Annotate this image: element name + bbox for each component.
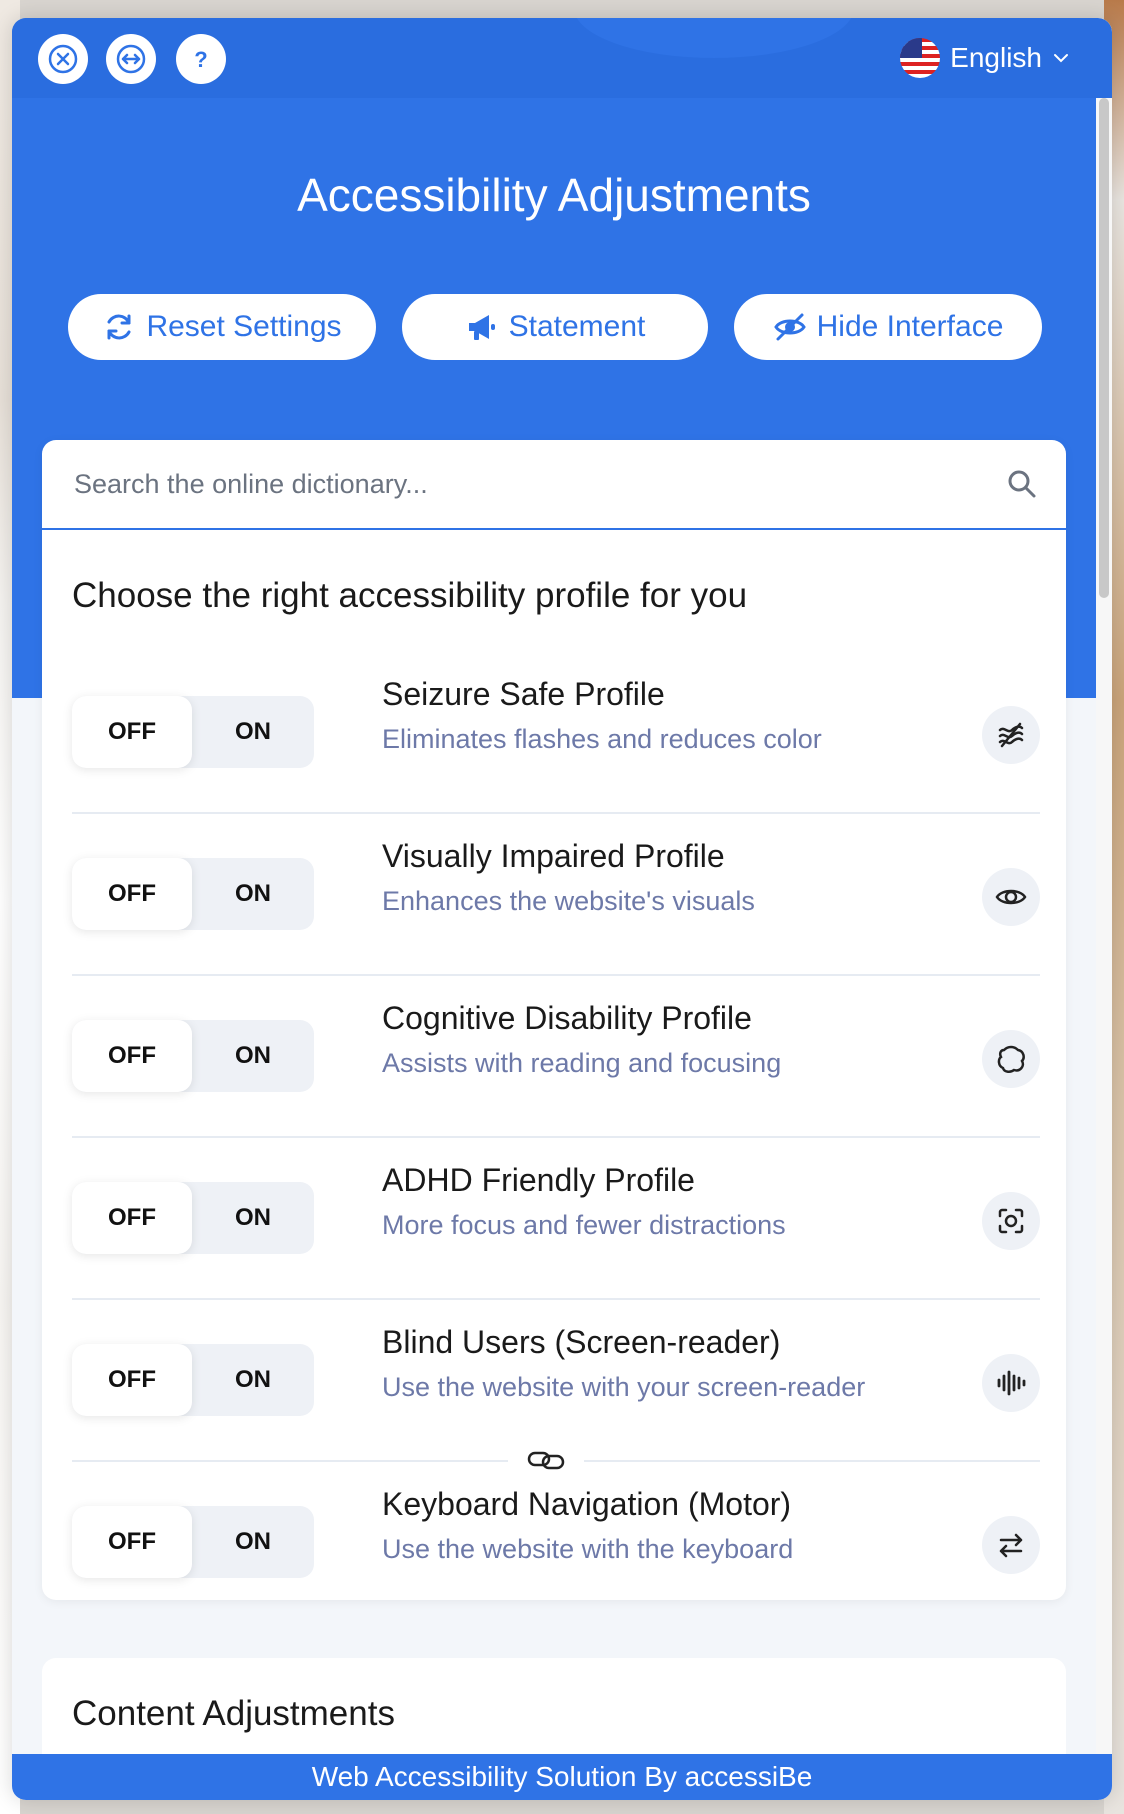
toggle-off[interactable]: OFF <box>72 1182 192 1254</box>
profile-toggle[interactable]: OFF ON <box>72 1182 314 1254</box>
panel-scrollbar[interactable] <box>1096 98 1112 1754</box>
profiles-section-title: Choose the right accessibility profile f… <box>72 576 748 615</box>
refresh-icon <box>107 314 131 340</box>
profile-description: Assists with reading and focusing <box>382 1048 782 1078</box>
panel-title: Accessibility Adjustments <box>297 169 811 221</box>
arrows-swap-icon <box>982 1516 1040 1574</box>
help-button[interactable]: ? <box>176 34 226 84</box>
profile-row-keyboard-navigation: OFF ON Keyboard Navigation (Motor) Use t… <box>72 1460 1040 1600</box>
profile-description: Use the website with the keyboard <box>382 1534 794 1564</box>
toggle-on[interactable]: ON <box>192 1344 314 1416</box>
profile-name: Seizure Safe Profile <box>382 676 665 712</box>
help-icon: ? <box>194 47 207 72</box>
toggle-off[interactable]: OFF <box>72 1344 192 1416</box>
profile-toggle[interactable]: OFF ON <box>72 858 314 930</box>
profile-name: Cognitive Disability Profile <box>382 1000 752 1036</box>
profile-description: Eliminates flashes and reduces color <box>382 724 822 754</box>
language-label: English <box>950 42 1042 73</box>
close-button[interactable] <box>38 34 88 84</box>
top-bump <box>574 18 854 58</box>
toggle-off[interactable]: OFF <box>72 1506 192 1578</box>
profile-name: Keyboard Navigation (Motor) <box>382 1486 792 1522</box>
profile-name: ADHD Friendly Profile <box>382 1162 695 1198</box>
eye-icon <box>982 868 1040 926</box>
toggle-on[interactable]: ON <box>192 1506 314 1578</box>
statement-button[interactable]: Statement <box>402 294 708 360</box>
profile-toggle[interactable]: OFF ON <box>72 1506 314 1578</box>
dictionary-search <box>42 440 1066 530</box>
profile-row-blind-users: OFF ON Blind Users (Screen-reader) Use t… <box>72 1298 1040 1460</box>
profile-row-visually-impaired: OFF ON Visually Impaired Profile Enhance… <box>72 812 1040 976</box>
brain-icon <box>982 1030 1040 1088</box>
focus-icon <box>982 1192 1040 1250</box>
panel-top-bar: ? English <box>12 18 1112 98</box>
profile-row-seizure-safe: OFF ON Seizure Safe Profile Eliminates f… <box>72 650 1040 814</box>
chevron-down-icon <box>1054 54 1068 63</box>
megaphone-icon <box>468 315 495 340</box>
profile-description: Enhances the website's visuals <box>382 886 755 916</box>
audio-wave-icon <box>982 1354 1040 1412</box>
toggle-off[interactable]: OFF <box>72 696 192 768</box>
profiles-card: Choose the right accessibility profile f… <box>42 440 1066 1600</box>
scrollbar-thumb[interactable] <box>1099 98 1109 598</box>
reset-settings-label: Reset Settings <box>146 310 342 343</box>
us-flag-icon <box>900 38 941 78</box>
footer-credit[interactable]: Web Accessibility Solution By accessiBe <box>12 1754 1112 1800</box>
hide-interface-button[interactable]: Hide Interface <box>734 294 1042 360</box>
profile-row-cognitive: OFF ON Cognitive Disability Profile Assi… <box>72 974 1040 1138</box>
move-panel-button[interactable] <box>106 34 156 84</box>
arrows-horizontal-icon <box>116 44 146 74</box>
profile-toggle[interactable]: OFF ON <box>72 696 314 768</box>
profile-toggle[interactable]: OFF ON <box>72 1020 314 1092</box>
accessibility-panel: ? English Accessibility Adjustments Rese… <box>12 18 1112 1800</box>
statement-label: Statement <box>508 310 646 343</box>
toggle-on[interactable]: ON <box>192 1020 314 1092</box>
reset-settings-button[interactable]: Reset Settings <box>68 294 376 360</box>
content-adjustments-title: Content Adjustments <box>72 1694 395 1733</box>
search-icon[interactable] <box>1006 468 1038 500</box>
profile-name: Visually Impaired Profile <box>382 838 725 874</box>
hide-interface-label: Hide Interface <box>816 310 1004 343</box>
language-selector[interactable]: English <box>900 36 1070 80</box>
profile-description: Use the website with your screen-reader <box>382 1372 866 1402</box>
profile-row-adhd: OFF ON ADHD Friendly Profile More focus … <box>72 1136 1040 1300</box>
toggle-off[interactable]: OFF <box>72 858 192 930</box>
toggle-on[interactable]: ON <box>192 696 314 768</box>
search-input[interactable] <box>72 467 956 501</box>
profile-name: Blind Users (Screen-reader) <box>382 1324 781 1360</box>
toggle-on[interactable]: ON <box>192 1182 314 1254</box>
close-icon <box>48 44 78 74</box>
svg-text:?: ? <box>194 47 207 72</box>
toggle-off[interactable]: OFF <box>72 1020 192 1092</box>
profile-toggle[interactable]: OFF ON <box>72 1344 314 1416</box>
eye-slash-icon <box>773 313 806 341</box>
profile-description: More focus and fewer distractions <box>382 1210 786 1240</box>
toggle-on[interactable]: ON <box>192 858 314 930</box>
seizure-icon <box>982 706 1040 764</box>
